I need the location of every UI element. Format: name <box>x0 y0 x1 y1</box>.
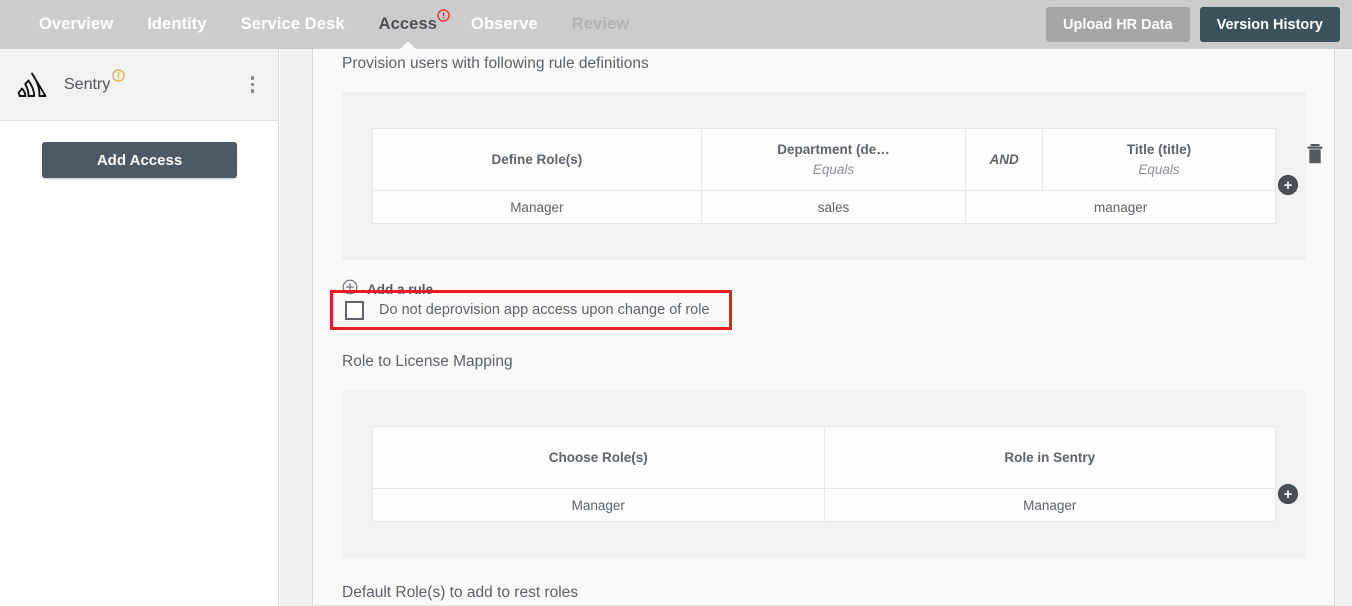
rule-table-header-row: Define Role(s) Department (de… Equals AN… <box>372 128 1276 191</box>
rule-cell-role[interactable]: Manager <box>372 190 702 224</box>
rule-col-department: Department (de… Equals <box>700 128 967 191</box>
deprovision-checkbox-row[interactable]: Do not deprovision app access upon chang… <box>330 290 732 330</box>
top-navigation-bar: Overview Identity Service Desk Access Ob… <box>0 0 1352 50</box>
role-license-mapping-panel: Choose Role(s) Role in Sentry Manager Ma… <box>342 390 1306 558</box>
tab-service-desk[interactable]: Service Desk <box>224 0 362 49</box>
warning-icon <box>437 9 450 22</box>
sidebar-app-name-label: Sentry <box>64 75 111 93</box>
rule-col-department-operator: Equals <box>812 161 855 177</box>
rule-cell-department[interactable]: sales <box>700 190 967 224</box>
tab-identity-label: Identity <box>147 15 207 33</box>
add-access-container: Add Access <box>0 121 278 178</box>
license-col-choose-roles: Choose Role(s) <box>372 426 825 489</box>
tab-overview-label: Overview <box>39 15 114 33</box>
license-cell-role-in-app[interactable]: Manager <box>823 488 1276 522</box>
sidebar-app-row-sentry[interactable]: Sentry <box>0 49 278 121</box>
license-col-role-in-sentry: Role in Sentry <box>823 426 1276 489</box>
license-table-header-row: Choose Role(s) Role in Sentry <box>372 426 1276 489</box>
rule-table-head: Define Role(s) Department (de… Equals AN… <box>372 128 1276 191</box>
rule-cell-title[interactable]: manager <box>965 190 1276 224</box>
license-section-title: Role to License Mapping <box>342 353 513 370</box>
table-row[interactable]: Manager sales manager <box>372 190 1276 224</box>
plus-circle-icon[interactable]: + <box>1278 484 1298 504</box>
kebab-menu-icon[interactable] <box>245 72 261 97</box>
provision-section-title: Provision users with following rule defi… <box>342 55 649 72</box>
default-roles-title: Default Role(s) to add to rest roles <box>342 584 579 601</box>
rule-col-define-roles-title: Define Role(s) <box>491 151 583 167</box>
rule-col-define-roles: Define Role(s) <box>372 128 702 191</box>
left-sidebar: Sentry Add Access <box>0 49 279 606</box>
upload-hr-data-button[interactable]: Upload HR Data <box>1046 7 1190 42</box>
tab-review-label: Review <box>571 15 630 33</box>
tab-service-desk-label: Service Desk <box>240 15 345 33</box>
license-table-head: Choose Role(s) Role in Sentry <box>372 426 1276 489</box>
rule-col-title-title: Title (title) <box>1126 141 1192 157</box>
deprovision-checkbox-label: Do not deprovision app access upon chang… <box>379 302 710 318</box>
tab-review[interactable]: Review <box>555 0 646 49</box>
app-root: Overview Identity Service Desk Access Ob… <box>0 0 1352 606</box>
rule-table-wrapper: Define Role(s) Department (de… Equals AN… <box>372 128 1323 224</box>
rule-definitions-panel: Define Role(s) Department (de… Equals AN… <box>342 92 1323 260</box>
tab-observe[interactable]: Observe <box>454 0 555 49</box>
license-table-body: Manager Manager <box>372 488 1276 522</box>
right-gutter <box>1334 49 1352 606</box>
tab-access-label: Access <box>378 15 438 33</box>
license-table-wrapper: Choose Role(s) Role in Sentry Manager Ma… <box>372 426 1298 522</box>
tab-identity[interactable]: Identity <box>130 0 223 49</box>
deprovision-checkbox[interactable] <box>345 300 364 320</box>
sidebar-content-gutter <box>280 49 313 606</box>
rule-col-conjunction: AND <box>965 128 1043 191</box>
tab-observe-label: Observe <box>471 15 538 33</box>
app-warning-icon <box>112 68 125 82</box>
rule-table-body: Manager sales manager <box>372 190 1276 224</box>
rule-col-title: Title (title) Equals <box>1042 128 1276 191</box>
kebab-dot <box>250 76 254 80</box>
rule-col-title-operator: Equals <box>1138 161 1180 177</box>
plus-circle-icon[interactable]: + <box>1278 175 1298 195</box>
trash-icon[interactable] <box>1304 142 1326 166</box>
rule-col-department-title: Department (de… <box>777 141 890 157</box>
topnav-action-buttons: Upload HR Data Version History <box>1046 0 1340 49</box>
version-history-button[interactable]: Version History <box>1199 7 1340 42</box>
kebab-dot <box>250 82 254 87</box>
rule-col-conjunction-label: AND <box>989 151 1019 167</box>
license-cell-choose-role[interactable]: Manager <box>372 488 825 522</box>
nav-tab-list: Overview Identity Service Desk Access Ob… <box>0 0 646 50</box>
kebab-dot <box>250 89 254 93</box>
tab-overview[interactable]: Overview <box>22 0 130 49</box>
sentry-logo-icon <box>14 70 50 100</box>
tab-access[interactable]: Access <box>362 0 454 50</box>
table-row[interactable]: Manager Manager <box>372 488 1276 522</box>
role-license-mapping-table: Choose Role(s) Role in Sentry Manager Ma… <box>372 426 1276 522</box>
add-access-button[interactable]: Add Access <box>42 142 237 178</box>
rule-definitions-table: Define Role(s) Department (de… Equals AN… <box>372 128 1276 224</box>
sidebar-app-name: Sentry <box>64 68 125 94</box>
